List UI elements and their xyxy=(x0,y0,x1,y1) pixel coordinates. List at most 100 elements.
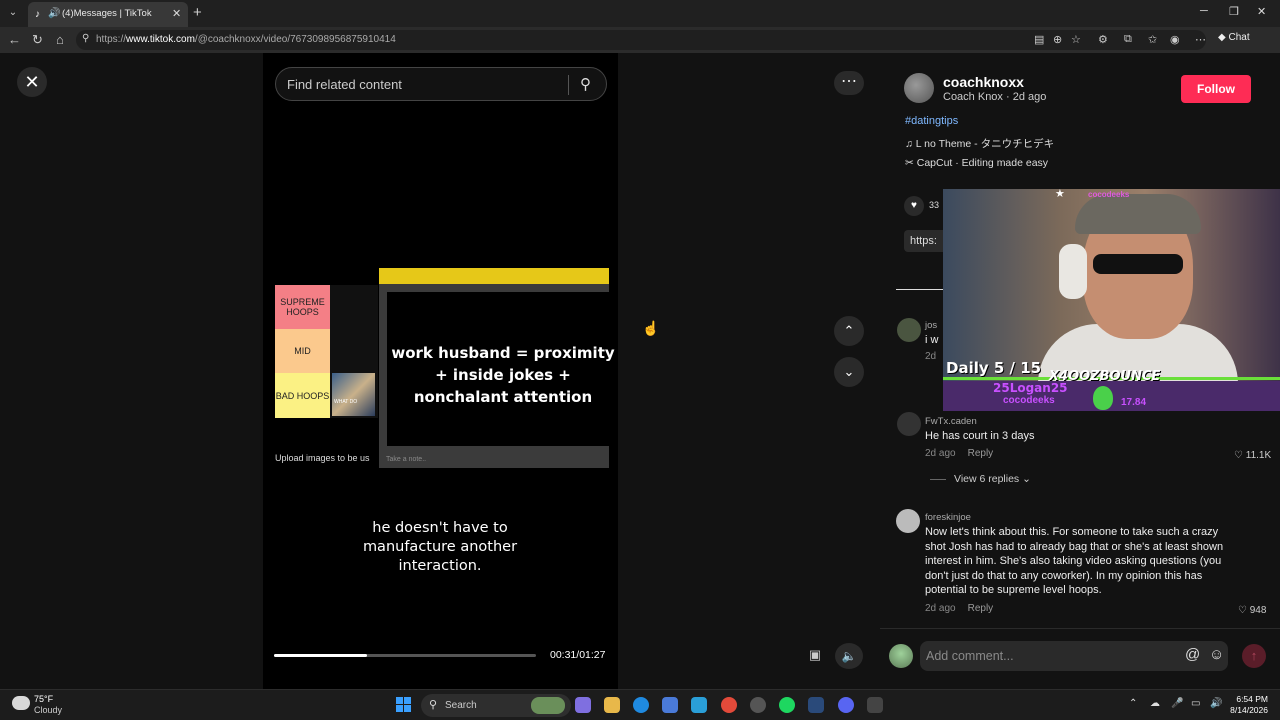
author-avatar[interactable] xyxy=(904,73,934,103)
url-field[interactable]: ⚲ https://www.tiktok.com/@coachknoxx/vid… xyxy=(76,30,1206,50)
comment-text: i w xyxy=(925,334,939,346)
comment-input[interactable]: Add comment... @ ☺ xyxy=(920,641,1228,671)
onedrive-icon[interactable]: ☁ xyxy=(1150,698,1160,709)
webcam-sunglasses xyxy=(1093,254,1183,274)
cloud-icon[interactable] xyxy=(12,696,30,710)
close-video-button[interactable]: ✕ xyxy=(17,67,47,97)
maximize-icon[interactable]: ❐ xyxy=(1229,5,1239,18)
weather-condition[interactable]: Cloudy xyxy=(34,705,62,715)
comment-like[interactable]: ♡ 11.1K xyxy=(1234,450,1271,461)
spotify-icon[interactable] xyxy=(779,697,795,713)
zoom-icon[interactable]: ⊕ xyxy=(1053,33,1062,46)
telegram-icon[interactable] xyxy=(691,697,707,713)
speaker-icon[interactable]: 🔊 xyxy=(48,8,60,19)
comment-like-count: 948 xyxy=(1249,605,1267,616)
browser-tab[interactable]: ♪ 🔊 (4)Messages | TikTok ✕ xyxy=(28,2,188,27)
hashtag-link[interactable]: #datingtips xyxy=(905,115,958,127)
comment-placeholder: Add comment... xyxy=(926,649,1014,663)
tier-bad-hoops: BAD HOOPS xyxy=(275,373,330,418)
split-icon[interactable]: ⧉ xyxy=(1124,33,1132,46)
refresh-icon[interactable]: ↻ xyxy=(32,32,43,48)
favorite-star-icon[interactable]: ☆ xyxy=(1071,33,1081,46)
comment-username[interactable]: jos xyxy=(925,320,937,331)
chevron-up-icon[interactable]: ⌃ xyxy=(1129,698,1137,709)
mention-icon[interactable]: @ xyxy=(1185,646,1200,663)
tab-bar: ⌄ ♪ 🔊 (4)Messages | TikTok ✕ + ─ ❐ ✕ xyxy=(0,0,1280,27)
chevron-down-icon: ⌄ xyxy=(1022,473,1031,485)
tab-close-icon[interactable]: ✕ xyxy=(172,7,181,20)
video-time: 00:31/01:27 xyxy=(550,649,606,661)
comment-like[interactable]: ♡ 948 xyxy=(1238,605,1266,616)
overlay-number: 17.84 xyxy=(1121,397,1147,408)
picture-in-picture-icon[interactable]: ▣ xyxy=(805,644,825,666)
send-arrow-icon[interactable]: ↑ xyxy=(1242,644,1266,668)
volume-tray-icon[interactable]: 🔊 xyxy=(1210,698,1222,709)
heart-icon[interactable]: ♥ xyxy=(904,196,924,216)
chrome-icon[interactable] xyxy=(721,697,737,713)
extensions-icon[interactable]: ⚙ xyxy=(1098,33,1108,46)
tab-title: (4)Messages | TikTok xyxy=(62,8,152,19)
comment-avatar[interactable] xyxy=(896,509,920,533)
store-icon[interactable] xyxy=(662,697,678,713)
url-text: https://www.tiktok.com/@coachknoxx/video… xyxy=(96,34,396,45)
app-icon[interactable] xyxy=(750,697,766,713)
progress-fill xyxy=(274,654,368,657)
heart-outline-icon: ♡ xyxy=(1234,450,1243,461)
video-progress-bar[interactable] xyxy=(274,654,536,657)
comment-date: 2d ago xyxy=(925,603,956,614)
reply-button[interactable]: Reply xyxy=(968,603,994,614)
taskbar-search[interactable]: ⚲ Search xyxy=(421,694,571,717)
home-icon[interactable]: ⌂ xyxy=(56,32,64,47)
file-explorer-icon[interactable] xyxy=(604,697,620,713)
taskbar-clock[interactable]: 6:54 PM 8/14/2026 xyxy=(1228,694,1268,716)
reply-button[interactable]: Reply xyxy=(968,448,994,459)
xbox-icon[interactable] xyxy=(867,697,883,713)
comment-username[interactable]: FwTx.caden xyxy=(925,416,977,427)
emoji-icon[interactable]: ☺ xyxy=(1209,646,1224,663)
more-menu-icon[interactable]: ⋯ xyxy=(1195,33,1206,46)
music-link[interactable]: ♫ L no Theme - タニウチヒデキ xyxy=(905,136,1054,151)
minimize-icon[interactable]: ─ xyxy=(1200,5,1208,17)
author-username[interactable]: coachknoxx xyxy=(943,74,1024,90)
star-icon: ★ xyxy=(1055,189,1065,200)
note-header-bar xyxy=(379,268,609,284)
discord-icon[interactable] xyxy=(838,697,854,713)
profile-icon[interactable]: ◉ xyxy=(1170,33,1180,46)
take-note-input: Take a note.. xyxy=(386,456,427,463)
tier-mid: MID xyxy=(275,329,330,373)
previous-video-button[interactable]: ⌃ xyxy=(834,316,864,346)
edge-icon[interactable] xyxy=(633,697,649,713)
overlay-daily-goal: Daily 5 / 15 xyxy=(946,359,1042,377)
back-icon[interactable]: ← xyxy=(8,32,21,47)
comment-avatar[interactable] xyxy=(897,318,921,342)
search-icon[interactable]: ⚲ xyxy=(580,75,591,93)
comment-text: Now let's think about this. For someone … xyxy=(925,526,1224,596)
site-info-icon[interactable]: ⚲ xyxy=(82,33,89,44)
next-video-button[interactable]: ⌄ xyxy=(834,357,864,387)
video-player[interactable]: Find related content ⚲ SUPREME HOOPS MID… xyxy=(263,53,618,689)
more-options-button[interactable]: ⋯ xyxy=(834,71,864,95)
windows-start-icon[interactable] xyxy=(396,697,412,713)
copilot-app-icon[interactable] xyxy=(575,697,591,713)
search-highlight-icon xyxy=(531,697,565,714)
collections-icon[interactable]: ✩ xyxy=(1148,33,1157,46)
window-close-icon[interactable]: ✕ xyxy=(1257,5,1266,18)
reader-icon[interactable]: ▤ xyxy=(1034,33,1044,46)
monitor-icon[interactable]: ▭ xyxy=(1191,698,1200,709)
clock-time: 6:54 PM xyxy=(1236,694,1268,704)
comment-avatar[interactable] xyxy=(897,412,921,436)
search-icon: ⚲ xyxy=(429,699,438,711)
steam-icon[interactable] xyxy=(808,697,824,713)
follow-button[interactable]: Follow xyxy=(1181,75,1251,103)
new-tab-icon[interactable]: + xyxy=(193,4,202,21)
capcut-link[interactable]: ✂ CapCut · Editing made easy xyxy=(905,157,1048,169)
mic-icon[interactable]: 🎤 xyxy=(1171,698,1183,709)
volume-icon[interactable]: 🔈 xyxy=(835,643,863,669)
view-replies-button[interactable]: View 6 replies ⌄ xyxy=(930,473,1031,485)
weather-temp[interactable]: 75°F xyxy=(34,694,53,704)
comment-username[interactable]: foreskinjoe xyxy=(925,512,971,523)
copilot-chat-button[interactable]: ◆ Chat xyxy=(1218,32,1250,43)
stream-webcam-overlay: ★ cocodeeks Daily 5 / 15 X4OOZBOUNCE 25L… xyxy=(943,189,1280,411)
tab-actions-icon[interactable]: ⌄ xyxy=(5,5,21,21)
related-search-field[interactable]: Find related content ⚲ xyxy=(275,67,607,101)
